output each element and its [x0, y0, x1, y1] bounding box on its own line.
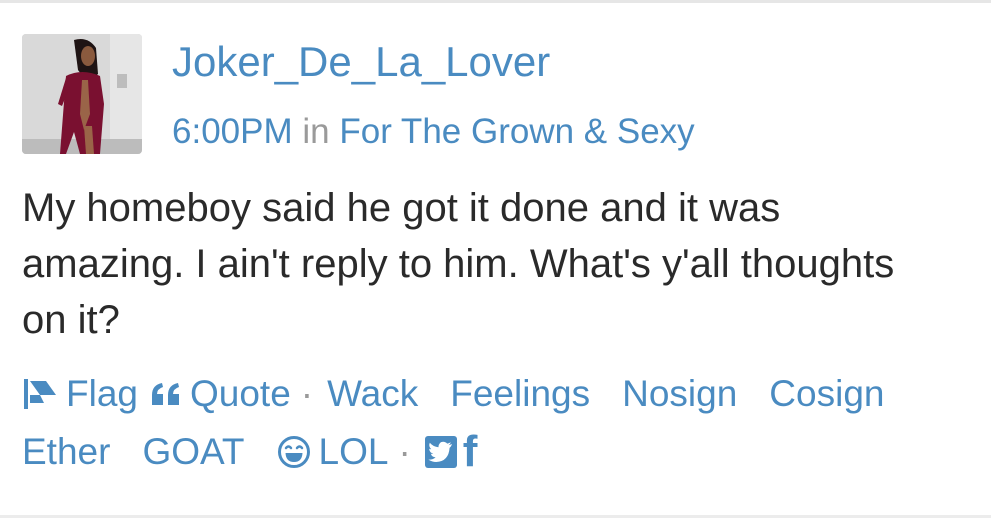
post-body: My homeboy said he got it done and it wa… [22, 180, 991, 348]
lol-button[interactable]: LOL [277, 424, 389, 480]
quote-label: Quote [189, 373, 291, 414]
quote-icon [150, 381, 182, 407]
board-link[interactable]: For The Grown & Sexy [339, 112, 694, 151]
avatar[interactable] [22, 34, 142, 154]
avatar-photo [22, 34, 142, 154]
twitter-icon[interactable] [424, 436, 457, 468]
post-body-line: My homeboy said he got it done and it wa… [22, 186, 781, 230]
actions-row-2: Ether GOAT LOL · f [22, 423, 982, 481]
flag-icon [22, 377, 58, 411]
post-body-line: on it? [22, 298, 120, 342]
top-divider [0, 0, 991, 3]
separator-dot: · [300, 373, 314, 414]
nosign-button[interactable]: Nosign [622, 366, 737, 422]
facebook-icon[interactable]: f [463, 430, 478, 474]
in-label: in [302, 112, 330, 151]
ether-button[interactable]: Ether [22, 424, 110, 480]
feelings-button[interactable]: Feelings [450, 366, 590, 422]
lol-label: LOL [318, 431, 389, 472]
cosign-button[interactable]: Cosign [769, 366, 884, 422]
post-body-line: amazing. I ain't reply to him. What's y'… [22, 242, 895, 286]
post-time[interactable]: 6:00PM [172, 112, 293, 151]
actions-row-1: Flag Quote · Wack Feelings Nosign Cosign [22, 365, 982, 423]
flag-label: Flag [66, 373, 138, 414]
post-meta: 6:00PM in For The Grown & Sexy [172, 110, 695, 154]
flag-button[interactable]: Flag [22, 366, 138, 422]
wack-button[interactable]: Wack [327, 366, 418, 422]
goat-button[interactable]: GOAT [142, 424, 244, 480]
post-actions: Flag Quote · Wack Feelings Nosign Cosign… [22, 365, 982, 481]
quote-button[interactable]: Quote [150, 366, 291, 422]
separator-dot: · [398, 431, 411, 472]
laughing-face-icon [277, 435, 311, 469]
post-username[interactable]: Joker_De_La_Lover [172, 38, 550, 86]
